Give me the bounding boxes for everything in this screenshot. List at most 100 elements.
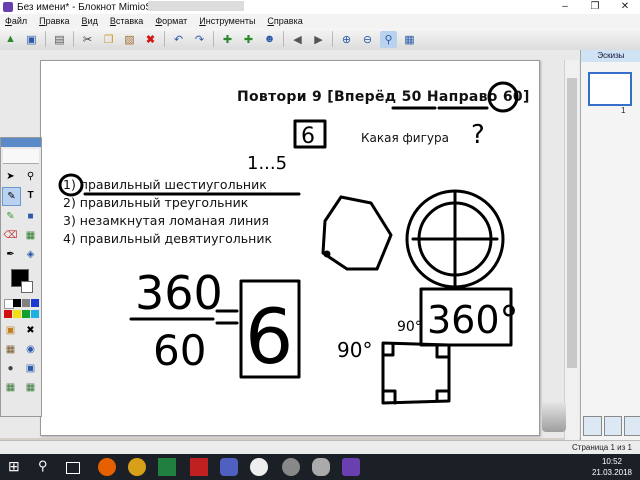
attachments-tab[interactable] [624, 416, 640, 436]
zoom-tool-icon[interactable]: ⚲ [22, 168, 39, 185]
color-green[interactable] [22, 310, 30, 318]
color-gray[interactable] [22, 299, 30, 307]
recording-badge [148, 1, 244, 11]
notebook-page[interactable]: Повтори 9 [Вперёд 50 Направо 60] Какая ф… [40, 60, 540, 436]
forward-arrow-icon[interactable]: ▶ [310, 31, 327, 48]
zoom-in-icon[interactable]: ⊕ [338, 31, 355, 48]
angle-mark-br [435, 389, 451, 403]
start-icon[interactable]: ⊞ [8, 458, 26, 476]
mimio-app-icon [3, 2, 13, 12]
back-arrow-icon[interactable]: ◀ [289, 31, 306, 48]
color-black[interactable] [13, 299, 21, 307]
ink-angle-inner: 90° [397, 319, 422, 335]
undo-icon[interactable]: ↶ [170, 31, 187, 48]
title-bar: Без имени* - Блокнот MimioStudio – ❐ ✕ [0, 0, 640, 14]
highlighter-icon[interactable]: ✎ [2, 208, 19, 225]
redo-icon[interactable]: ↷ [191, 31, 208, 48]
menu-edit[interactable]: Правка [34, 14, 76, 28]
select-arrow-icon[interactable]: ➤ [2, 168, 19, 185]
page-indicator: Страница 1 из 1 [572, 443, 632, 452]
hand-drawn-hexagon [321, 195, 393, 271]
save-ink-icon[interactable]: ▣ [22, 360, 39, 377]
shell-app-icon[interactable] [282, 458, 300, 476]
presentation-icon[interactable] [190, 458, 208, 476]
delete-icon[interactable]: ✖ [142, 31, 159, 48]
maximize-button[interactable]: ❐ [580, 0, 610, 14]
image-tool-icon[interactable]: ▦ [22, 227, 39, 244]
menu-help[interactable]: Справка [262, 14, 309, 28]
windows-taskbar: ⊞ ⚲ 10:52 21.03.2018 [0, 454, 640, 480]
menu-view[interactable]: Вид [77, 14, 105, 28]
gallery-icon[interactable]: ▦ [2, 379, 19, 396]
page-thumbnail[interactable] [588, 72, 632, 106]
menu-file[interactable]: Файл [0, 14, 34, 28]
excel-icon[interactable] [158, 458, 176, 476]
color-cyan[interactable] [31, 310, 39, 318]
vertical-scrollbar[interactable] [564, 60, 579, 440]
pen-tool-icon[interactable]: ✎ [2, 187, 21, 206]
fill-bucket-icon[interactable]: ◈ [22, 246, 39, 263]
cut-icon[interactable]: ✂ [79, 31, 96, 48]
new-page-icon[interactable]: ✚ [219, 31, 236, 48]
text-tool-icon[interactable]: T [22, 187, 39, 204]
thumbnails-panel: Эскизы 1 [580, 50, 640, 442]
insert-page-icon[interactable]: ✚ [240, 31, 257, 48]
hexagon-dot [323, 250, 331, 258]
palette-header[interactable] [1, 138, 41, 147]
spotlight-tool-icon[interactable]: ◉ [22, 341, 39, 358]
layer-tool-icon[interactable]: ▣ [2, 322, 19, 339]
zoom-fit-icon[interactable]: ⚲ [380, 30, 397, 48]
circle-option-1 [58, 173, 84, 197]
menu-tools[interactable]: Инструменты [194, 14, 262, 28]
ink-numerator: 360 [135, 266, 223, 320]
menu-insert[interactable]: Вставка [105, 14, 150, 28]
paste-icon[interactable]: ▧ [121, 31, 138, 48]
clock-date: 21.03.2018 [591, 468, 632, 477]
zoom-out-icon[interactable]: ⊖ [359, 31, 376, 48]
search-icon[interactable]: ⚲ [38, 458, 56, 476]
minimize-button[interactable]: – [550, 0, 580, 14]
close-button[interactable]: ✕ [610, 0, 640, 14]
attach-icon[interactable]: ▦ [22, 379, 39, 396]
secondary-color-swatch[interactable] [21, 281, 33, 293]
thumbnails-tab[interactable] [583, 416, 602, 436]
eraser-icon[interactable]: ⌫ [2, 227, 19, 244]
fullscreen-icon[interactable]: ▦ [401, 31, 418, 48]
save-icon[interactable]: ▣ [23, 31, 40, 48]
taskbar-clock[interactable]: 10:52 21.03.2018 [592, 456, 632, 478]
reveal-tool-icon[interactable]: ▦ [2, 341, 19, 358]
task-view-icon[interactable] [66, 462, 80, 474]
print-icon[interactable]: ▤ [51, 31, 68, 48]
media-app-icon[interactable] [250, 458, 268, 476]
copy-icon[interactable]: ❐ [100, 31, 117, 48]
ink-angle-boxed: 360° [427, 298, 519, 342]
clock-time: 10:52 [601, 457, 622, 466]
menu-format[interactable]: Формат [150, 14, 194, 28]
ink-angle-left: 90° [337, 338, 372, 362]
users-icon[interactable]: ☻ [261, 31, 278, 48]
trash-icon[interactable] [542, 402, 566, 432]
color-yellow[interactable] [13, 310, 21, 318]
firefox-icon[interactable] [98, 458, 116, 476]
thumbnails-header: Эскизы [581, 50, 640, 62]
ink-result: 6 [245, 292, 293, 381]
recorder-icon[interactable]: ● [2, 360, 19, 377]
shape-tool-icon[interactable]: ■ [22, 208, 39, 225]
tool-palette: ➤ ⚲ ✎ T ✎ ■ ⌫ ▦ ✒ ◈ ▣ ✖ ▦ ◉ ● ▣ ▦ ▦ [0, 137, 42, 417]
ink-question-mark: ? [471, 120, 485, 150]
chrome-icon[interactable] [128, 458, 146, 476]
scroll-thumb[interactable] [567, 78, 577, 368]
open-folder-icon[interactable]: ▲ [2, 31, 19, 48]
recorder-app-icon[interactable] [220, 458, 238, 476]
circle-around-60 [487, 81, 519, 113]
clear-tool-icon[interactable]: ✖ [22, 322, 39, 339]
window-title: Без имени* - Блокнот MimioStudio [17, 1, 174, 13]
shield-app-icon[interactable] [312, 458, 330, 476]
eyedropper-icon[interactable]: ✒ [2, 246, 19, 263]
gallery-tab[interactable] [603, 416, 623, 436]
ink-layer: 6 ? 1...5 360 60 6 360° 90° 90° [58, 81, 519, 405]
color-blue[interactable] [31, 299, 39, 307]
pen-preview [3, 149, 39, 164]
color-red[interactable] [4, 310, 12, 318]
mimio-taskbar-icon[interactable] [342, 458, 360, 476]
